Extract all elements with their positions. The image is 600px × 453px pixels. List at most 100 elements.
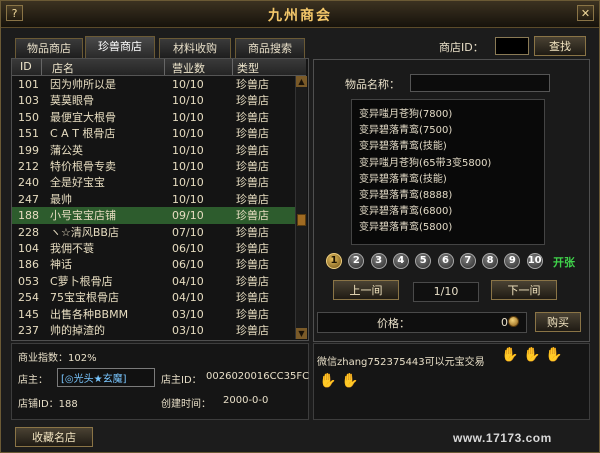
row-count-cell: 03/10 (172, 307, 204, 321)
page-button-8[interactable]: 8 (482, 253, 499, 269)
row-count-cell: 06/10 (172, 242, 204, 255)
row-name-cell: C A T 根骨店 (50, 127, 116, 141)
pet-item[interactable]: 变异嗤月苍狗(65带3变5800) (359, 156, 491, 172)
row-name-cell: 特价根骨专卖 (50, 160, 116, 173)
table-row[interactable]: 101 因为帅所以是 10/10 珍兽店 (12, 76, 295, 93)
col-type-header[interactable]: 类型 (237, 60, 259, 76)
row-name-cell: 出售各种BBMM (50, 307, 129, 321)
col-id-header[interactable]: ID (20, 60, 32, 73)
favorite-shop-button[interactable]: 收藏名店 (15, 427, 93, 447)
item-list: 变异嗤月苍狗(7800) 变异碧落青鸾(7500) 变异碧落青鸾(技能) 变异嗤月苍狗… (351, 99, 545, 245)
row-id-cell: 053 (18, 274, 39, 288)
scroll-thumb[interactable] (297, 214, 306, 226)
tab-item-search[interactable]: 商品搜索 (235, 38, 305, 58)
pet-item[interactable]: 变异碧落青鸾(8888) (359, 188, 452, 204)
price-label: 价格： (377, 317, 410, 330)
tab-item-shop[interactable]: 物品商店 (15, 38, 83, 58)
row-type-cell: 珍兽店 (236, 209, 269, 223)
business-index: 商业指数：102% (18, 353, 97, 364)
tab-material-buy[interactable]: 材料收购 (159, 38, 231, 58)
scroll-down-icon[interactable]: ▼ (296, 328, 307, 339)
close-icon[interactable]: ✕ (577, 5, 594, 21)
pet-item[interactable]: 变异碧落青鸾(技能) (359, 172, 447, 188)
owner-name[interactable]: [◎光头★玄魔] (61, 370, 127, 385)
buy-button[interactable]: 购买 (535, 312, 581, 332)
search-button[interactable]: 查找 (534, 36, 586, 56)
row-id-cell: 254 (18, 291, 39, 305)
table-row[interactable]: 186 神话 06/10 珍兽店 (12, 256, 295, 273)
shop-id-input[interactable] (495, 37, 529, 55)
row-type-cell: 珍兽店 (236, 143, 269, 157)
scroll-up-icon[interactable]: ▲ (296, 76, 307, 87)
row-id-cell: 104 (18, 242, 39, 255)
row-name-cell: 最便宜大根骨 (50, 110, 116, 124)
table-row[interactable]: 145 出售各种BBMM 03/10 珍兽店 (12, 306, 295, 323)
table-row[interactable]: 237 帅的掉渣的 03/10 珍兽店 (12, 322, 295, 339)
table-row[interactable]: 240 全是好宝宝 10/10 珍兽店 (12, 174, 295, 191)
page-button-3[interactable]: 3 (370, 253, 387, 269)
col-name-header[interactable]: 店名 (52, 60, 74, 76)
table-row[interactable]: 151 C A T 根骨店 10/10 珍兽店 (12, 125, 295, 142)
owner-id-label: 店主ID： (161, 375, 202, 386)
row-type-cell: 珍兽店 (236, 242, 269, 255)
row-count-cell: 06/10 (172, 258, 204, 272)
row-type-cell: 珍兽店 (236, 176, 269, 190)
row-id-cell: 101 (18, 78, 39, 91)
row-id-cell: 150 (18, 110, 39, 124)
next-shop-button[interactable]: 下一间 (491, 280, 557, 300)
table-row[interactable]: 104 我佣不蓑 06/10 珍兽店 (12, 240, 295, 257)
row-count-cell: 10/10 (172, 94, 204, 108)
row-count-cell: 04/10 (172, 291, 204, 305)
table-row[interactable]: 228 ヽ☆清风BB店 07/10 珍兽店 (12, 224, 295, 241)
row-count-cell: 10/10 (172, 143, 204, 157)
page-button-7[interactable]: 7 (459, 253, 476, 269)
row-type-cell: 珍兽店 (236, 94, 269, 108)
pet-item[interactable]: 变异嗤月苍狗(7800) (359, 107, 452, 123)
handshake-icon: ✋ (545, 347, 563, 363)
tab-pet-shop[interactable]: 珍兽商店 (85, 36, 155, 58)
row-id-cell: 247 (18, 192, 39, 206)
page-button-4[interactable]: 4 (392, 253, 409, 269)
title-bar: ? 九州商会 ✕ (1, 1, 599, 28)
table-row[interactable]: 254 75宝宝根骨店 04/10 珍兽店 (12, 289, 295, 306)
pet-item[interactable]: 变异碧落青鸾(7500) (359, 123, 452, 139)
row-type-cell: 珍兽店 (236, 110, 269, 124)
table-row[interactable]: 053 C萝卜根骨店 04/10 珍兽店 (12, 273, 295, 290)
col-count-header[interactable]: 营业数 (172, 60, 205, 76)
row-name-cell: 帅的掉渣的 (50, 324, 105, 337)
prev-shop-button[interactable]: 上一间 (333, 280, 399, 300)
row-name-cell: 蒲公英 (50, 143, 83, 157)
row-type-cell: 珍兽店 (236, 274, 269, 288)
row-type-cell: 珍兽店 (236, 291, 269, 305)
list-scrollbar[interactable]: ▲ ▼ (295, 76, 307, 339)
handshake-icon: ✋ (319, 373, 337, 389)
page-button-1[interactable]: 1 (326, 253, 342, 269)
shop-list-header: ID 店名 营业数 类型 (12, 59, 306, 76)
row-id-cell: 212 (18, 160, 39, 173)
row-type-cell: 珍兽店 (236, 258, 269, 272)
table-row[interactable]: 150 最便宜大根骨 10/10 珍兽店 (12, 109, 295, 126)
page-button-6[interactable]: 6 (437, 253, 454, 269)
shop-id-label: 商店ID： (439, 41, 484, 54)
coin-icon (508, 316, 519, 327)
shop-window: ? 九州商会 ✕ 物品商店 珍兽商店 材料收购 商品搜索 商店ID： 查找 ID… (0, 0, 600, 453)
page-button-10[interactable]: 10 (526, 253, 543, 269)
pet-item[interactable]: 变异碧落青鸾(5800) (359, 220, 452, 236)
row-count-cell: 03/10 (172, 324, 204, 337)
shop-message: 微信zhang752375443可以元宝交易 (317, 357, 485, 368)
item-name-field[interactable] (410, 74, 550, 92)
table-row[interactable]: 103 莫莫眼骨 10/10 珍兽店 (12, 92, 295, 109)
row-count-cell: 10/10 (172, 78, 204, 91)
row-name-cell: 我佣不蓑 (50, 242, 94, 255)
pet-item[interactable]: 变异碧落青鸾(技能) (359, 139, 447, 155)
table-row[interactable]: 247 最帅 10/10 珍兽店 (12, 191, 295, 208)
shop-list: ID 店名 营业数 类型 101 因为帅所以是 10/10 珍兽店 103 莫莫眼骨 10/… (11, 58, 309, 341)
created-time-label: 创建时间： (161, 399, 211, 410)
table-row[interactable]: 199 蒲公英 10/10 珍兽店 (12, 142, 295, 159)
table-row[interactable]: 188 小号宝宝店铺 09/10 珍兽店 (12, 207, 295, 225)
row-type-cell: 珍兽店 (236, 127, 269, 141)
pet-item[interactable]: 变异碧落青鸾(6800) (359, 204, 452, 220)
row-count-cell: 10/10 (172, 127, 204, 141)
table-row[interactable]: 212 特价根骨专卖 10/10 珍兽店 (12, 158, 295, 175)
row-type-cell: 珍兽店 (236, 225, 269, 239)
